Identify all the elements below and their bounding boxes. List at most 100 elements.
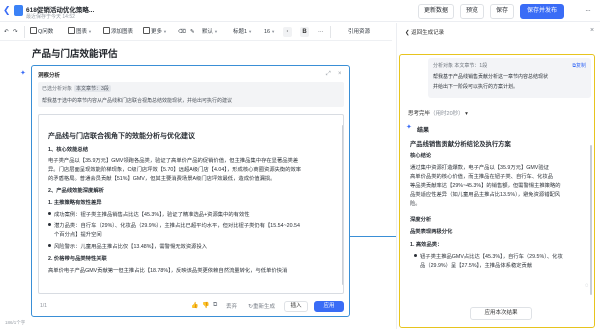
divider (330, 26, 331, 38)
section-heading: 1、核心效能总结 (48, 147, 89, 153)
apply-result-button[interactable]: 应用本次结果 (470, 307, 532, 320)
save-button[interactable]: 保存 (490, 4, 514, 19)
grid-icon (143, 27, 150, 34)
section-heading: 2、产品线效能深度解析 (48, 188, 104, 194)
more-tool[interactable]: 更多▼ (143, 26, 167, 38)
add-chart-icon (103, 27, 110, 34)
editor-toolbar: ↶ ↷ Q问数 图表▼ 添加图表 更多▼ ⌫ ✎ 默认▼ 标题1▼ 16▼ · … (0, 23, 392, 41)
paint-icon[interactable]: ⌫ (178, 26, 186, 38)
copy-button[interactable]: ⧉复制 (572, 62, 586, 69)
insight-panel: 洞察分析 ⤢ × 已选分析对象 本文章节：3段 帮我基于选中的章节内容从产品线和门… (31, 65, 350, 317)
back-label: 返回生成记录 (411, 30, 445, 36)
paragraph-line: 异。门店层面呈现效能阶梯现象，C级门店坪效【5.70】远超A级门店【4.04】，… (48, 167, 302, 173)
text-color-button[interactable]: · (283, 27, 292, 37)
content-title: 产品线与门店联合视角下的效能分析与优化建议 (48, 133, 195, 140)
sparkle-icon[interactable]: ✦ (20, 69, 26, 77)
sub-heading: 1. 主推策略有效性差异 (48, 200, 102, 206)
more-icon[interactable]: ··· (585, 6, 591, 15)
scrollbar[interactable] (590, 145, 592, 295)
back-icon[interactable]: ❮ (3, 5, 13, 15)
add-chart-tool[interactable]: 添加图表 (103, 26, 133, 38)
apply-button[interactable]: 应用 (314, 301, 344, 312)
scrollbar[interactable] (342, 125, 343, 285)
insert-button[interactable]: 插入 (284, 301, 308, 312)
generated-content: 产品线与门店联合视角下的效能分析与优化建议 1、核心效能总结 电子类产品以【35… (38, 114, 344, 294)
style-value: 默认 (202, 29, 214, 35)
regenerate-label: 重新生成 (253, 304, 276, 310)
chevron-down-icon: ▼ (214, 29, 218, 34)
chat-icon[interactable]: ◌ (585, 283, 589, 289)
reference-resource-button[interactable]: 引用资源 (348, 26, 370, 38)
divider (24, 26, 25, 38)
thumbs-down-icon[interactable]: 👎 (202, 302, 209, 309)
generation-history-pane: ❮ 返回生成记录 × 分析对象 本文章节：1段 ⧉复制 帮我基于产品线销售贡献分… (396, 23, 600, 329)
result-paragraph: 高单价品类的核心价值，而主推品在钮子类、自行车、化妆品 (410, 174, 554, 180)
brush-icon[interactable]: ✎ (190, 26, 195, 38)
result-subsection: 品类表现两极分化 (410, 229, 453, 235)
result-list-item: 钮子类主推品GMV占比达【45.3%】，自行车（29.5%）、化妆 (414, 252, 563, 260)
paragraph-line: 电子类产品以【35.9万元】GMV领跑各品类，验证了高单价产品的促销价值，但主推… (48, 158, 299, 164)
list-item-continued: 个百分点】提升空间 (54, 232, 102, 238)
undo-icon[interactable]: ↶ (4, 26, 9, 38)
close-icon[interactable]: × (338, 71, 342, 77)
back-to-history-link[interactable]: ❮ 返回生成记录 (405, 28, 444, 36)
close-icon[interactable]: × (590, 27, 594, 34)
context-count: 3段 (101, 86, 109, 92)
page-title: 产品与门店效能评估 (32, 49, 118, 60)
result-icon: ✦ (406, 124, 412, 131)
chevron-down-icon: ▼ (163, 29, 167, 34)
bold-button[interactable]: B (300, 27, 309, 37)
analysis-context: 已选分析对象 本文章节：3段 帮我基于选中的章节内容从产品线和门店联合视角总结效能… (38, 82, 344, 107)
more-format-icon[interactable]: ··· (318, 26, 324, 38)
chevron-down-icon: ▼ (248, 29, 253, 34)
query-meta: 分析对象 本文章节：1段 (433, 62, 487, 69)
list-item: 成功案例：钮子类主推品销售占比达【45.3%】，验证了精准选品+资源集中的有效性 (48, 210, 250, 218)
result-section: 深度分析 (410, 217, 432, 223)
query-text: 帮我基于产品线销售贡献分析这一章节内容总结现状 (433, 74, 549, 80)
chart-tool[interactable]: 图表▼ (68, 26, 92, 38)
list-item-text: 成功案例：钮子类主推品销售占比达【45.3%】，验证了精准选品+资源集中的有效性 (54, 212, 250, 218)
thinking-status[interactable]: 思考完毕（用时20秒） ▾ (408, 109, 468, 117)
list-item-text: 风险警示：儿童用品主推占比仅【13.48%】，需警惕无效资源投入 (54, 244, 208, 250)
discard-button[interactable]: 丢弃 (226, 302, 237, 310)
context-chip-label: 本文章节 (76, 86, 97, 92)
result-item-heading: 1. 高效品类： (410, 242, 443, 248)
copy-icon[interactable]: ⧉ (213, 302, 217, 309)
result-title: 产品线销售贡献分析结论及执行方案 (410, 141, 511, 148)
thumbs-up-icon[interactable]: 👍 (191, 302, 198, 309)
update-data-button[interactable]: 更新数据 (418, 4, 454, 19)
panel-footer: 1/1 👍 👎 ⧉ 丢弃 ↻重新生成 插入 应用 (36, 300, 348, 314)
top-bar: ❮ 618促销活动优化策略... 最近保存于今天 14:52 更新数据 预览 保… (0, 0, 600, 22)
query-chip: 本文章节：1段 (454, 63, 488, 69)
q-icon (30, 27, 37, 34)
context-label-row: 已选分析对象 本文章节：3段 (42, 85, 111, 92)
add-chart-label: 添加图表 (111, 29, 134, 35)
bullet-icon (48, 223, 51, 226)
version-counter: 1/1 (40, 303, 47, 309)
chart-icon (68, 27, 75, 34)
result-heading: 结果 (417, 128, 430, 134)
redo-icon[interactable]: ↷ (13, 26, 18, 38)
ask-data-tool[interactable]: Q问数 (30, 26, 53, 38)
query-text: 并给出下一阶段可以执行的方案计划。 (433, 84, 519, 90)
result-list-continued: 品（29.9%）呈【27.5%】，主推品体系稳定贡献 (420, 263, 533, 269)
query-label: 分析对象 (433, 63, 454, 69)
heading-value: 标题1 (233, 29, 248, 35)
result-paragraph: 品类适应性差异（如儿童用品主推占比13.5%），避免资源错配风 (410, 192, 561, 198)
list-item: 潜力品类：自行车（29%）、化妆品（29.9%），主推占比已超平均水平，但对比钮… (48, 221, 300, 229)
style-select[interactable]: 默认▼ (202, 26, 218, 38)
preview-button[interactable]: 预览 (460, 4, 484, 19)
font-size-select[interactable]: 16▼ (264, 26, 275, 38)
chart-label: 图表 (76, 29, 88, 35)
regenerate-button[interactable]: ↻重新生成 (248, 302, 275, 310)
result-section: 核心结论 (410, 153, 432, 159)
document-icon (14, 5, 23, 16)
context-label: 已选分析对象 (42, 86, 73, 92)
save-status: 最近保存于今天 14:52 (26, 14, 75, 20)
result-list-text: 钮子类主推品GMV占比达【45.3%】，自行车（29.5%）、化妆 (420, 254, 563, 260)
thinking-time: （用时20秒） (430, 111, 464, 117)
bullet-icon (414, 254, 417, 257)
expand-icon[interactable]: ⤢ (326, 71, 331, 78)
heading-select[interactable]: 标题1▼ (233, 26, 252, 38)
save-publish-button[interactable]: 保存并发布 (520, 4, 564, 19)
